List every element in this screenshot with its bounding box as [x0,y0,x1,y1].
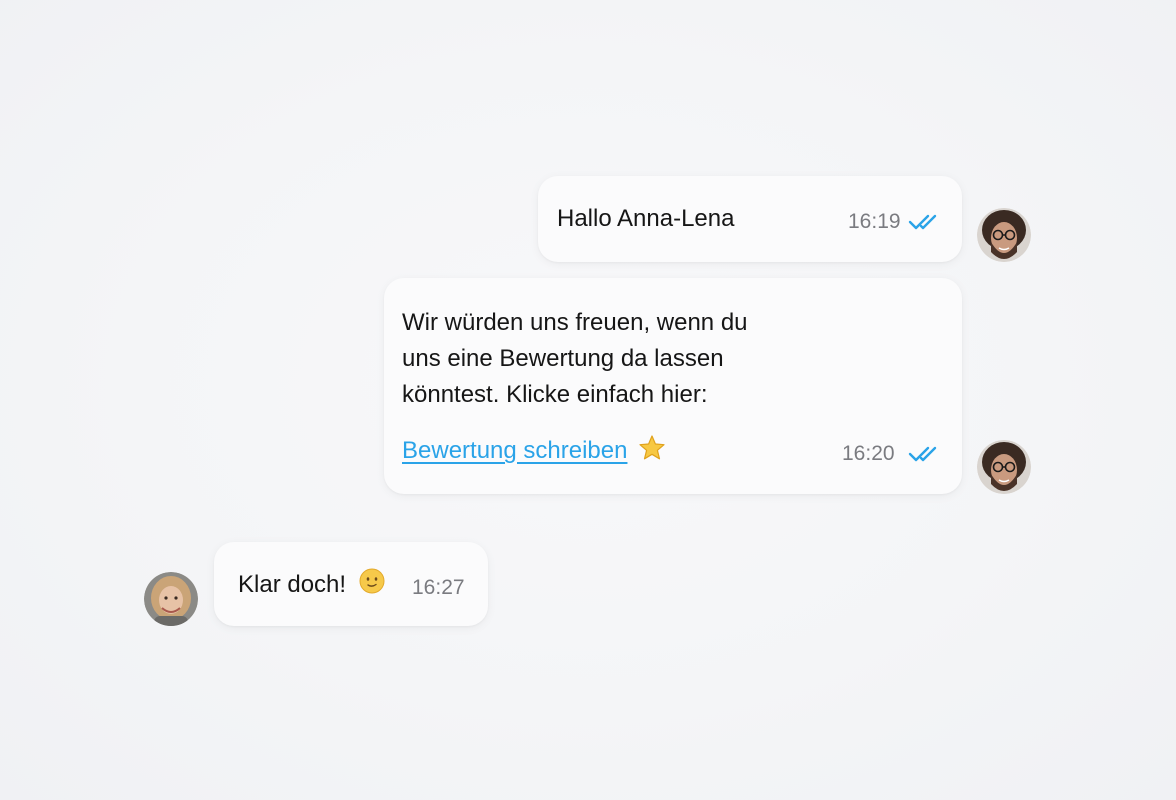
incoming-message-bubble[interactable]: Klar doch! 16:27 [214,542,488,626]
outgoing-message-bubble[interactable]: Hallo Anna-Lena 16:19 [538,176,962,262]
outgoing-message-bubble[interactable]: Wir würden uns freuen, wenn du uns eine … [384,278,962,494]
chat-canvas: Hallo Anna-Lena 16:19 Wir würden uns fre… [0,0,1176,800]
message-timestamp: 16:20 [842,442,895,465]
review-link[interactable]: Bewertung schreiben [402,437,627,464]
message-text: Hallo Anna-Lena [557,205,735,232]
review-link-row: Bewertung schreiben [402,432,666,470]
message-text: Klar doch! [238,571,347,598]
sender-avatar[interactable] [977,440,1031,494]
double-check-read-icon [908,446,937,462]
smiling-face-icon [359,568,385,594]
message-row: Klar doch! [238,566,385,604]
star-icon [639,435,665,460]
message-timestamp: 16:27 [412,576,465,599]
message-timestamp: 16:19 [848,210,901,233]
message-line: Wir würden uns freuen, wenn du [402,309,748,336]
message-line: uns eine Bewertung da lassen [402,345,724,372]
sender-avatar[interactable] [977,208,1031,262]
message-line: könntest. Klicke einfach hier: [402,381,708,408]
recipient-avatar[interactable] [144,572,198,626]
double-check-read-icon [908,214,937,230]
